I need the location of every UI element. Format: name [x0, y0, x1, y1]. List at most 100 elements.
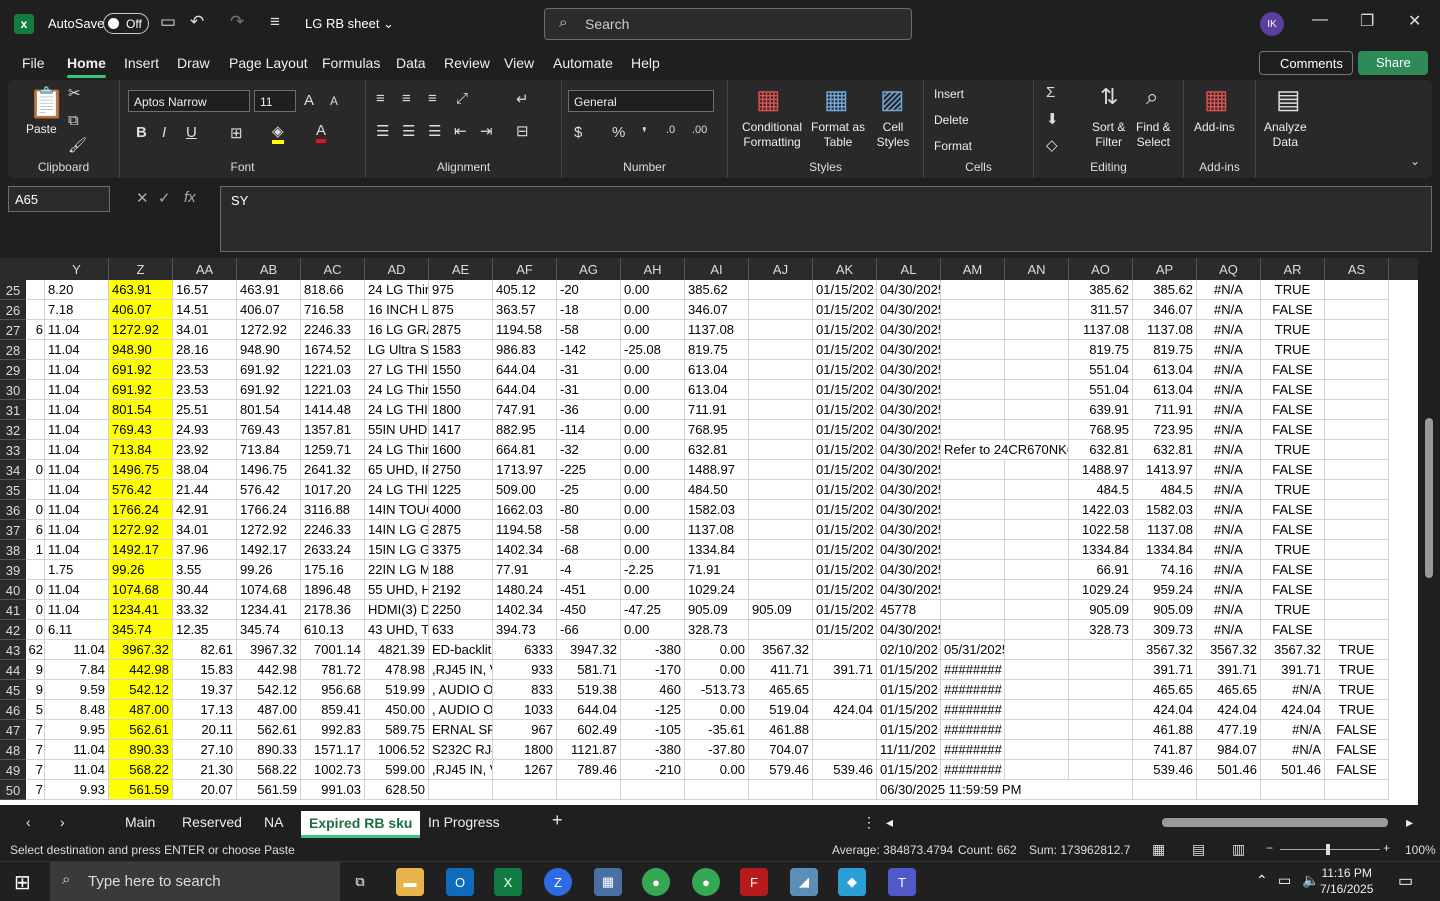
- cell[interactable]: 589.75: [365, 720, 429, 740]
- cell[interactable]: -170: [621, 660, 685, 680]
- cell[interactable]: 1: [26, 540, 45, 560]
- column-header[interactable]: AQ: [1197, 258, 1261, 280]
- cell[interactable]: 487.00: [109, 700, 173, 720]
- cell[interactable]: 9: [26, 680, 45, 700]
- column-header[interactable]: AE: [429, 258, 493, 280]
- cell[interactable]: 576.42: [109, 480, 173, 500]
- cell[interactable]: 905.09: [1069, 600, 1133, 620]
- sort-filter-button[interactable]: Sort & Filter: [1092, 120, 1125, 150]
- cell[interactable]: #N/A: [1197, 560, 1261, 580]
- cell[interactable]: 7: [26, 760, 45, 780]
- cell[interactable]: 819.75: [685, 340, 749, 360]
- spreadsheet-grid[interactable]: Y Z AA AB AC AD AE AF AG AH AI AJ AK AL AM AN AO AP AQ AR AS…: [0, 258, 1418, 805]
- search-box[interactable]: ⌕ Search: [544, 8, 912, 40]
- cell[interactable]: Refer to 24CR670NK6: [941, 440, 1069, 460]
- windows-start-icon[interactable]: ⊞: [14, 870, 31, 895]
- cell[interactable]: 465.65: [1133, 680, 1197, 700]
- tab-automate[interactable]: Automate: [553, 55, 613, 71]
- cell[interactable]: #N/A: [1197, 280, 1261, 300]
- cell[interactable]: [1325, 540, 1389, 560]
- tab-review[interactable]: Review: [444, 55, 490, 71]
- cell[interactable]: 933: [493, 660, 557, 680]
- cell[interactable]: 1272.92: [237, 320, 301, 340]
- cell[interactable]: FALSE: [1325, 760, 1389, 780]
- cell[interactable]: 11.04: [45, 740, 109, 760]
- cell[interactable]: 01/15/202: [813, 360, 877, 380]
- cell[interactable]: 581.71: [557, 660, 621, 680]
- cell[interactable]: 23.53: [173, 360, 237, 380]
- cell[interactable]: 15IN LG GI: [365, 540, 429, 560]
- cell[interactable]: FALSE: [1261, 520, 1325, 540]
- cell[interactable]: 01/15/202: [813, 600, 877, 620]
- cell[interactable]: 11.04: [45, 400, 109, 420]
- cell[interactable]: 3567.32: [749, 640, 813, 660]
- cell[interactable]: 385.62: [1133, 280, 1197, 300]
- cell[interactable]: [941, 580, 1005, 600]
- cell[interactable]: [685, 780, 749, 800]
- row-header[interactable]: 27: [0, 320, 26, 340]
- cell[interactable]: [429, 780, 493, 800]
- delete-cells-button[interactable]: Delete: [934, 113, 969, 128]
- cell[interactable]: 328.73: [685, 620, 749, 640]
- cell[interactable]: [1069, 660, 1133, 680]
- cell[interactable]: [1133, 780, 1197, 800]
- cell[interactable]: 7.18: [45, 300, 109, 320]
- cell[interactable]: 633: [429, 620, 493, 640]
- cell[interactable]: 1582.03: [1133, 500, 1197, 520]
- cell[interactable]: 1662.03: [493, 500, 557, 520]
- copy-icon[interactable]: ⧉: [68, 112, 79, 129]
- cell[interactable]: 1029.24: [1069, 580, 1133, 600]
- cell[interactable]: #N/A: [1197, 300, 1261, 320]
- cell[interactable]: 25.51: [173, 400, 237, 420]
- cell[interactable]: 37.96: [173, 540, 237, 560]
- cell[interactable]: [749, 320, 813, 340]
- cell[interactable]: 644.04: [557, 700, 621, 720]
- cell[interactable]: #N/A: [1197, 320, 1261, 340]
- cell[interactable]: 11.04: [45, 480, 109, 500]
- cell[interactable]: 42.91: [173, 500, 237, 520]
- cell[interactable]: [1325, 620, 1389, 640]
- cell[interactable]: 1550: [429, 360, 493, 380]
- cell[interactable]: 0.00: [621, 620, 685, 640]
- cell[interactable]: 11.04: [45, 440, 109, 460]
- cell[interactable]: HDMI(3) D: [365, 600, 429, 620]
- cell[interactable]: 519.38: [557, 680, 621, 700]
- cell[interactable]: 01/15/202: [813, 520, 877, 540]
- cell[interactable]: LG Ultra St: [365, 340, 429, 360]
- cell[interactable]: 01/15/202: [813, 540, 877, 560]
- font-color-icon[interactable]: A: [316, 122, 327, 143]
- column-header[interactable]: AD: [365, 258, 429, 280]
- clear-icon[interactable]: ◇: [1046, 136, 1058, 154]
- cell[interactable]: [749, 360, 813, 380]
- insert-function-icon[interactable]: fx: [184, 189, 196, 206]
- cell[interactable]: TRUE: [1325, 640, 1389, 660]
- cell[interactable]: -4: [557, 560, 621, 580]
- redo-icon[interactable]: ↷: [230, 12, 244, 32]
- cell[interactable]: [26, 400, 45, 420]
- cell[interactable]: [941, 400, 1005, 420]
- cell[interactable]: 1017.20: [301, 480, 365, 500]
- tab-page-layout[interactable]: Page Layout: [229, 55, 308, 71]
- cell[interactable]: 411.71: [749, 660, 813, 680]
- cell[interactable]: [1325, 600, 1389, 620]
- cell[interactable]: 875: [429, 300, 493, 320]
- cell[interactable]: 11.04: [45, 580, 109, 600]
- outlook-icon[interactable]: O: [446, 868, 474, 896]
- cell[interactable]: 28.16: [173, 340, 237, 360]
- cell[interactable]: 576.42: [237, 480, 301, 500]
- cell[interactable]: 17.13: [173, 700, 237, 720]
- cell[interactable]: [1005, 360, 1069, 380]
- column-header[interactable]: Z: [109, 258, 173, 280]
- cell[interactable]: 14IN LG GI: [365, 520, 429, 540]
- cell[interactable]: 691.92: [237, 360, 301, 380]
- cell[interactable]: [813, 720, 877, 740]
- cell[interactable]: 23.92: [173, 440, 237, 460]
- cell[interactable]: -68: [557, 540, 621, 560]
- cell[interactable]: [1005, 480, 1069, 500]
- cell[interactable]: [1069, 720, 1133, 740]
- cell[interactable]: 04/30/2025: [877, 580, 941, 600]
- cell[interactable]: 801.54: [109, 400, 173, 420]
- cell[interactable]: 05/31/2025: [941, 640, 1005, 660]
- cell[interactable]: 1334.84: [1069, 540, 1133, 560]
- cell[interactable]: 691.92: [237, 380, 301, 400]
